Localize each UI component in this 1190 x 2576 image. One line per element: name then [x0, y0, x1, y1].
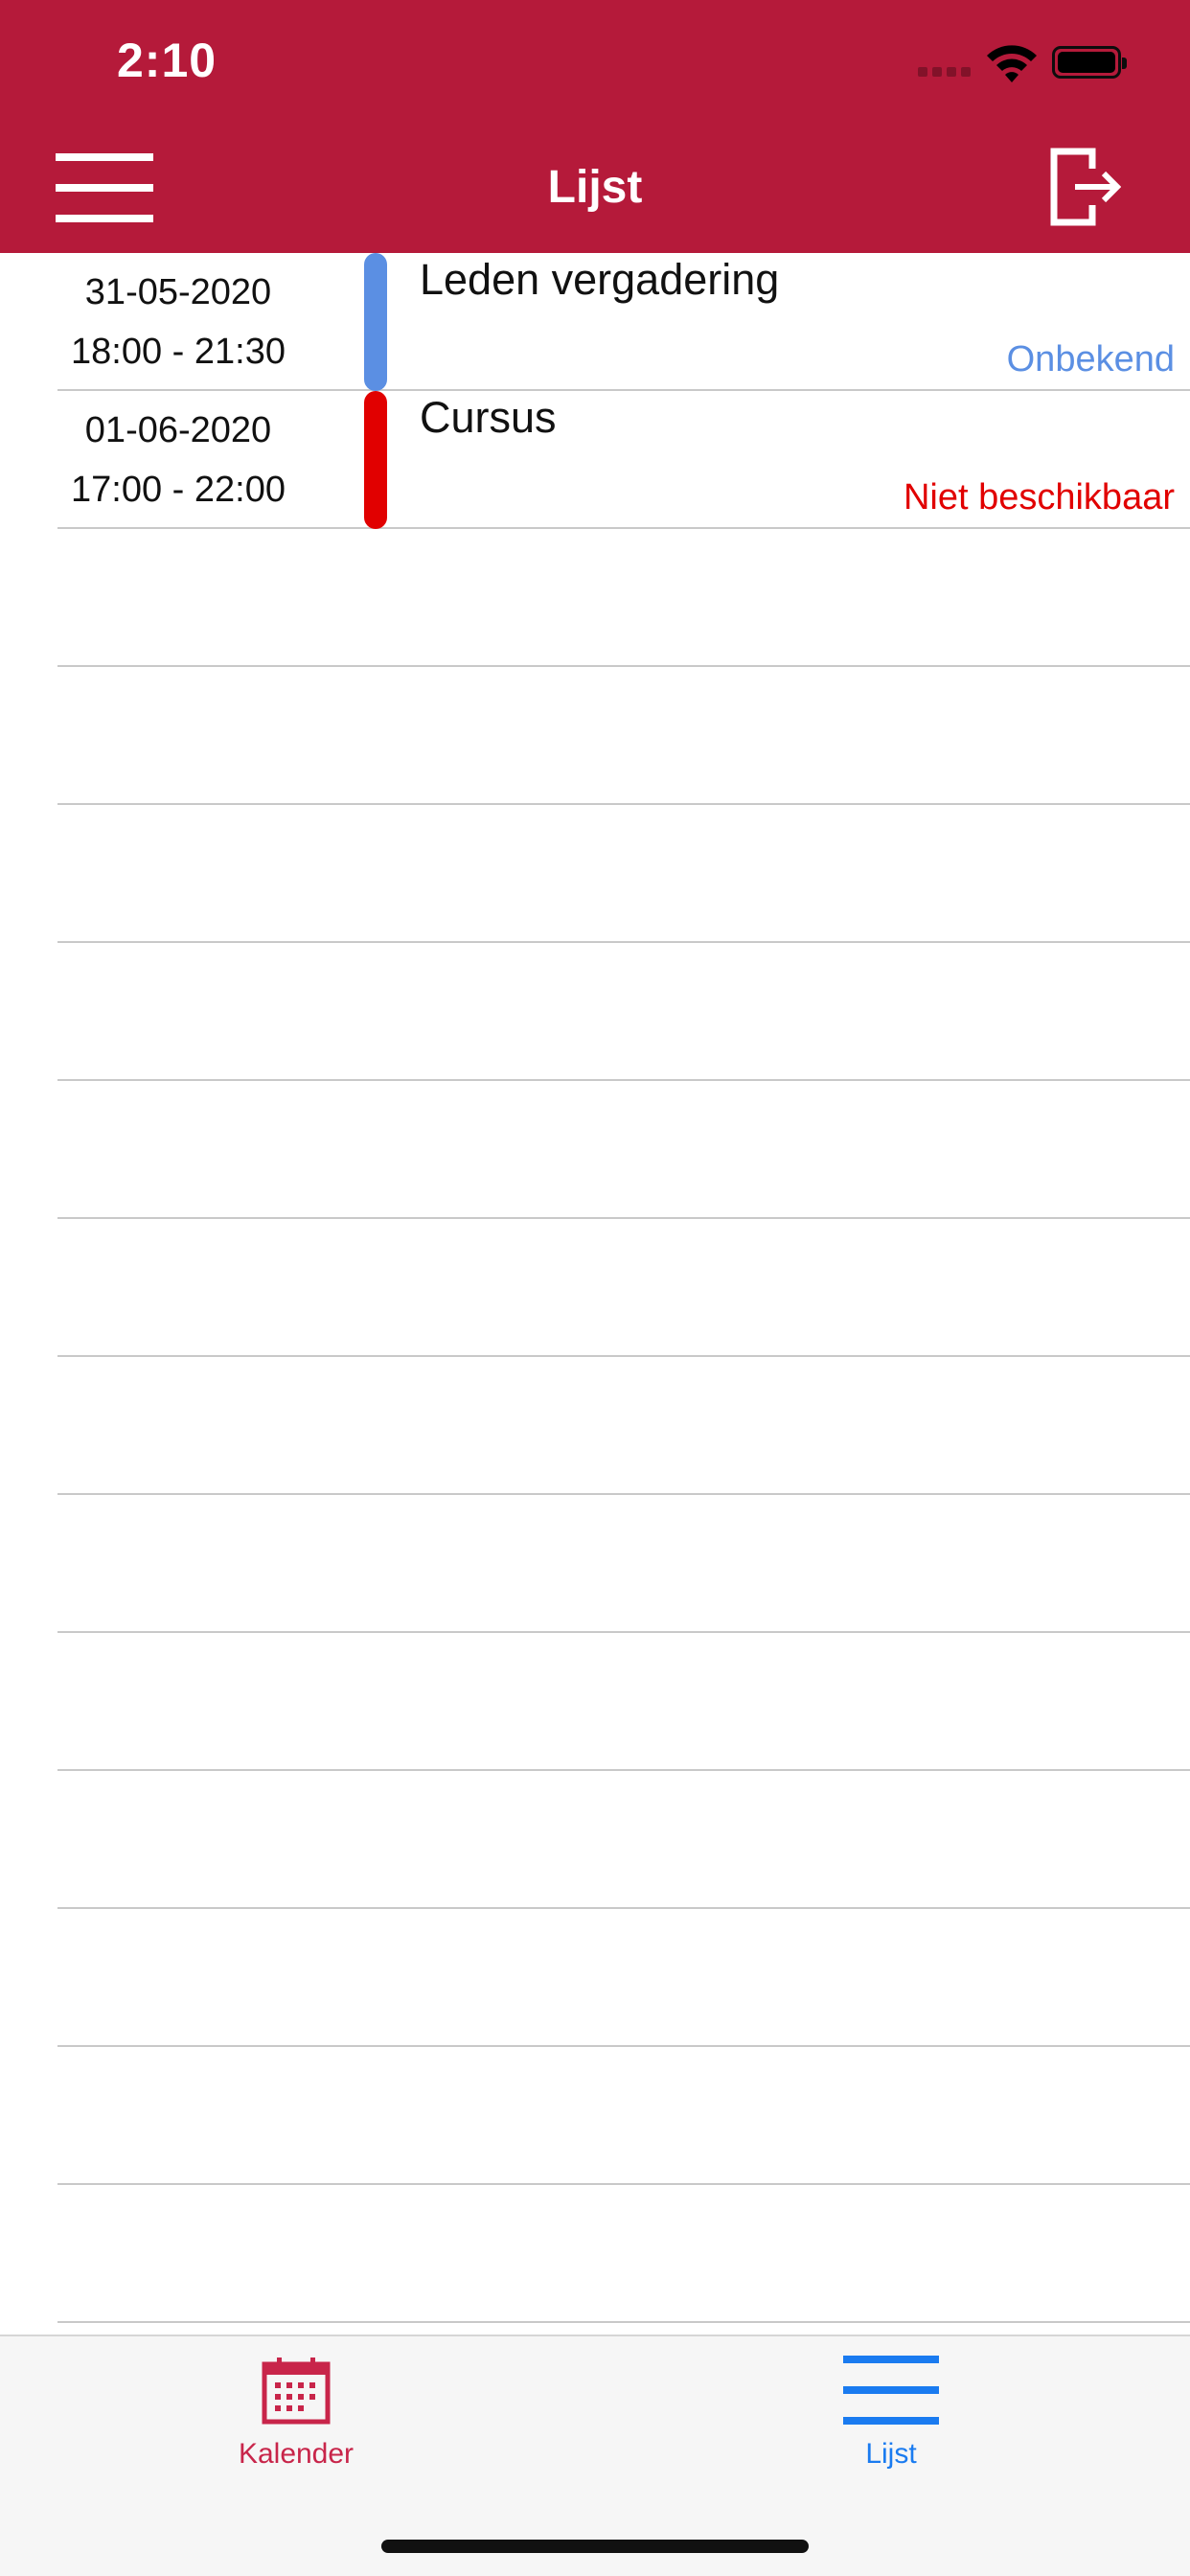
logout-icon[interactable]: [1050, 148, 1121, 226]
tab-lijst[interactable]: Lijst: [747, 2336, 1035, 2490]
event-time: 17:00 - 22:00: [71, 470, 286, 510]
event-title: Leden vergadering: [420, 255, 780, 304]
event-row[interactable]: 01-06-2020 17:00 - 22:00 Cursus Niet bes…: [57, 391, 1190, 529]
event-row[interactable]: 31-05-2020 18:00 - 21:30 Leden vergaderi…: [57, 253, 1190, 391]
event-status-bar: [364, 253, 387, 391]
event-status-bar: [364, 391, 387, 529]
empty-row: [57, 1219, 1190, 1357]
event-date: 31-05-2020: [84, 272, 272, 312]
empty-row: [57, 2047, 1190, 2185]
event-status: Niet beschikbaar: [903, 477, 1175, 518]
tab-kalender[interactable]: Kalender: [152, 2336, 440, 2490]
page-title: Lijst: [547, 162, 643, 213]
empty-row: [57, 1081, 1190, 1219]
event-time: 18:00 - 21:30: [71, 332, 286, 372]
home-indicator: [381, 2540, 809, 2553]
header: 2:10 Lijst: [0, 0, 1190, 253]
list-icon: [843, 2356, 939, 2425]
empty-row: [57, 1633, 1190, 1771]
empty-row: [57, 1495, 1190, 1633]
cellular-signal-icon: [918, 67, 972, 79]
empty-row: [57, 667, 1190, 805]
tab-label: Kalender: [238, 2438, 355, 2470]
tab-label: Lijst: [865, 2438, 917, 2470]
event-title: Cursus: [420, 393, 557, 442]
battery-icon: [1052, 46, 1127, 79]
wifi-icon: [987, 45, 1037, 82]
event-list: 31-05-2020 18:00 - 21:30 Leden vergaderi…: [0, 253, 1190, 2323]
empty-row: [57, 943, 1190, 1081]
empty-row: [57, 2185, 1190, 2323]
empty-row: [57, 805, 1190, 943]
empty-row: [57, 529, 1190, 667]
empty-row: [57, 1771, 1190, 1909]
empty-row: [57, 1909, 1190, 2047]
status-time: 2:10: [117, 34, 217, 87]
event-status: Onbekend: [1006, 339, 1175, 380]
calendar-icon: [262, 2358, 331, 2425]
empty-row: [57, 1357, 1190, 1495]
event-date: 01-06-2020: [84, 410, 272, 450]
